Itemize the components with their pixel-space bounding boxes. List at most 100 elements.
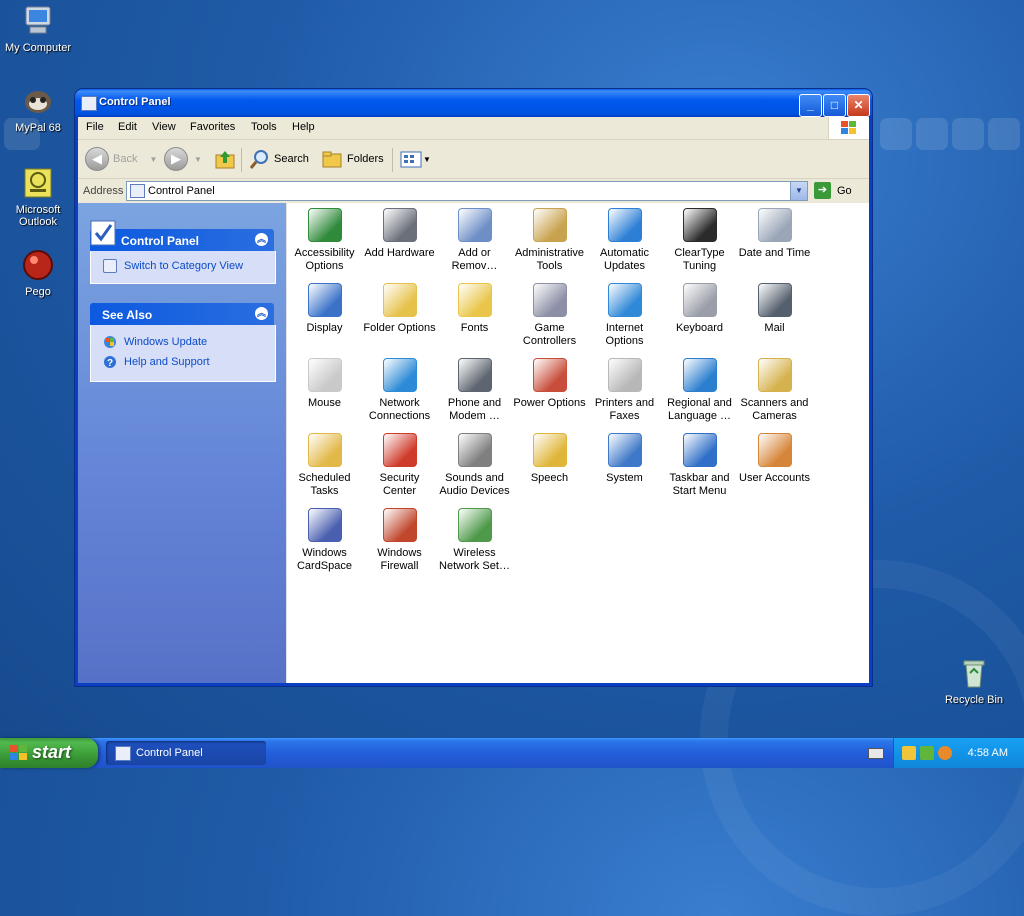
keyboard-icon[interactable] (868, 748, 884, 759)
cp-item-phone-and-modem[interactable]: Phone and Modem … (437, 358, 512, 423)
cp-item-windows-firewall[interactable]: Windows Firewall (362, 508, 437, 573)
cp-item-accessibility-options[interactable]: Accessibility Options (287, 208, 362, 273)
cp-item-keyboard[interactable]: Keyboard (662, 283, 737, 335)
control-panel-window[interactable]: Control Panel _ □ ✕ File Edit View Favor… (75, 89, 872, 686)
folders-button[interactable]: Folders (321, 147, 384, 171)
cp-item-label: Automatic Updates (600, 247, 649, 272)
cp-item-system[interactable]: System (587, 433, 662, 485)
cp-item-label: Administrative Tools (514, 247, 585, 272)
cp-item-label: Date and Time (738, 247, 811, 259)
menu-file[interactable]: File (86, 121, 104, 133)
window-title: Control Panel (99, 96, 171, 108)
desktop-icon-pego[interactable]: Pego (0, 248, 76, 298)
cp-item-security-center[interactable]: Security Center (362, 433, 437, 498)
forward-arrow-icon: ▶ (164, 147, 188, 171)
cp-item-scanners-and-cameras[interactable]: Scanners and Cameras (737, 358, 812, 423)
printers-and-faxes-icon (607, 358, 642, 392)
cp-item-taskbar-and-start-menu[interactable]: Taskbar and Start Menu (662, 433, 737, 498)
switch-view-label: Switch to Category View (124, 260, 244, 272)
cp-item-regional-and-language[interactable]: Regional and Language … (662, 358, 737, 423)
start-button[interactable]: start (0, 738, 98, 768)
security-shield-icon[interactable] (902, 746, 916, 760)
desktop-icon-mypal[interactable]: MyPal 68 (0, 84, 76, 134)
switch-to-category-view-link[interactable]: Switch to Category View (103, 259, 243, 273)
help-and-support-link[interactable]: ? Help and Support (103, 355, 210, 369)
toolbar-separator (392, 148, 393, 172)
cp-item-administrative-tools[interactable]: Administrative Tools (512, 208, 587, 273)
address-field[interactable]: Control Panel ▼ (126, 181, 808, 201)
cp-item-internet-options[interactable]: Internet Options (587, 283, 662, 348)
taskbar: start Control Panel 4:58 AM (0, 738, 1024, 768)
see-also-section-title: See Also (102, 308, 153, 322)
chevron-down-icon: ▼ (423, 154, 431, 164)
display-icon (307, 283, 342, 317)
cp-item-scheduled-tasks[interactable]: Scheduled Tasks (287, 433, 362, 498)
menu-favorites[interactable]: Favorites (190, 121, 235, 133)
desktop-icon-outlook[interactable]: Microsoft Outlook (0, 166, 76, 228)
windows-cardspace-icon (307, 508, 342, 542)
cp-item-mail[interactable]: Mail (737, 283, 812, 335)
forward-button[interactable]: ▶ ▼ (164, 147, 202, 171)
game-controllers-icon (532, 283, 567, 317)
search-label: Search (274, 153, 309, 165)
add-hardware-icon (382, 208, 417, 242)
cp-item-date-and-time[interactable]: Date and Time (737, 208, 812, 260)
cp-item-folder-options[interactable]: Folder Options (362, 283, 437, 335)
search-button[interactable]: Search (248, 147, 309, 171)
menu-help[interactable]: Help (292, 121, 315, 133)
desktop-icon-recycle-bin[interactable]: Recycle Bin (936, 656, 1012, 706)
cp-item-add-hardware[interactable]: Add Hardware (362, 208, 437, 260)
minimize-button[interactable]: _ (799, 94, 822, 117)
search-tray-icon[interactable] (938, 746, 952, 760)
chevron-down-icon: ▼ (194, 154, 202, 164)
collapse-icon[interactable]: ︽ (255, 233, 268, 246)
go-button[interactable]: ➔ Go (814, 182, 852, 199)
up-folder-button[interactable] (214, 147, 236, 171)
cp-item-mouse[interactable]: Mouse (287, 358, 362, 410)
cp-item-windows-cardspace[interactable]: Windows CardSpace (287, 508, 362, 573)
collapse-icon[interactable]: ︽ (255, 307, 268, 320)
close-button[interactable]: ✕ (847, 94, 870, 117)
cp-item-label: Power Options (513, 397, 586, 409)
windows-update-link[interactable]: Windows Update (103, 335, 207, 349)
taskbar-button-control-panel[interactable]: Control Panel (106, 741, 266, 765)
add-or-remov-icon (457, 208, 492, 242)
scanners-and-cameras-icon (757, 358, 792, 392)
cp-item-label: Sounds and Audio Devices (439, 472, 510, 497)
cp-item-label: Keyboard (675, 322, 724, 334)
see-also-section-header[interactable]: See Also ︽ (90, 303, 274, 325)
cp-item-printers-and-faxes[interactable]: Printers and Faxes (587, 358, 662, 423)
my-computer-icon (21, 4, 55, 38)
cp-item-cleartype-tuning[interactable]: ClearType Tuning (662, 208, 737, 273)
cp-item-game-controllers[interactable]: Game Controllers (512, 283, 587, 348)
desktop-icon-my-computer[interactable]: My Computer (0, 4, 76, 54)
menu-edit[interactable]: Edit (118, 121, 137, 133)
cp-item-add-or-remov[interactable]: Add or Remov… (437, 208, 512, 273)
cp-item-wireless-network-set[interactable]: Wireless Network Set… (437, 508, 512, 573)
menu-view[interactable]: View (152, 121, 176, 133)
cp-item-label: Printers and Faxes (594, 397, 655, 422)
cp-item-fonts[interactable]: Fonts (437, 283, 512, 335)
system-icon (607, 433, 642, 467)
svg-text:?: ? (107, 358, 113, 369)
address-dropdown-button[interactable]: ▼ (790, 182, 807, 200)
menu-tools[interactable]: Tools (251, 121, 277, 133)
maximize-button[interactable]: □ (823, 94, 846, 117)
cp-item-speech[interactable]: Speech (512, 433, 587, 485)
views-button[interactable]: ▼ (399, 147, 431, 171)
cp-item-label: Windows Firewall (377, 547, 422, 572)
cp-item-sounds-and-audio-devices[interactable]: Sounds and Audio Devices (437, 433, 512, 498)
network-icon[interactable] (920, 746, 934, 760)
cp-item-label: Fonts (460, 322, 489, 334)
cp-item-automatic-updates[interactable]: Automatic Updates (587, 208, 662, 273)
see-also-section-body: Windows Update ? Help and Support (90, 325, 276, 382)
cp-item-power-options[interactable]: Power Options (512, 358, 587, 410)
cp-item-user-accounts[interactable]: User Accounts (737, 433, 812, 485)
keyboard-icon (682, 283, 717, 317)
control-panel-section-header[interactable]: Control Panel ︽ (90, 220, 274, 251)
cp-item-display[interactable]: Display (287, 283, 362, 335)
title-bar[interactable]: Control Panel _ □ ✕ (75, 89, 872, 117)
cp-item-network-connections[interactable]: Network Connections (362, 358, 437, 423)
cp-item-label: Folder Options (363, 322, 436, 334)
back-button[interactable]: ◀ Back ▼ (85, 147, 157, 171)
